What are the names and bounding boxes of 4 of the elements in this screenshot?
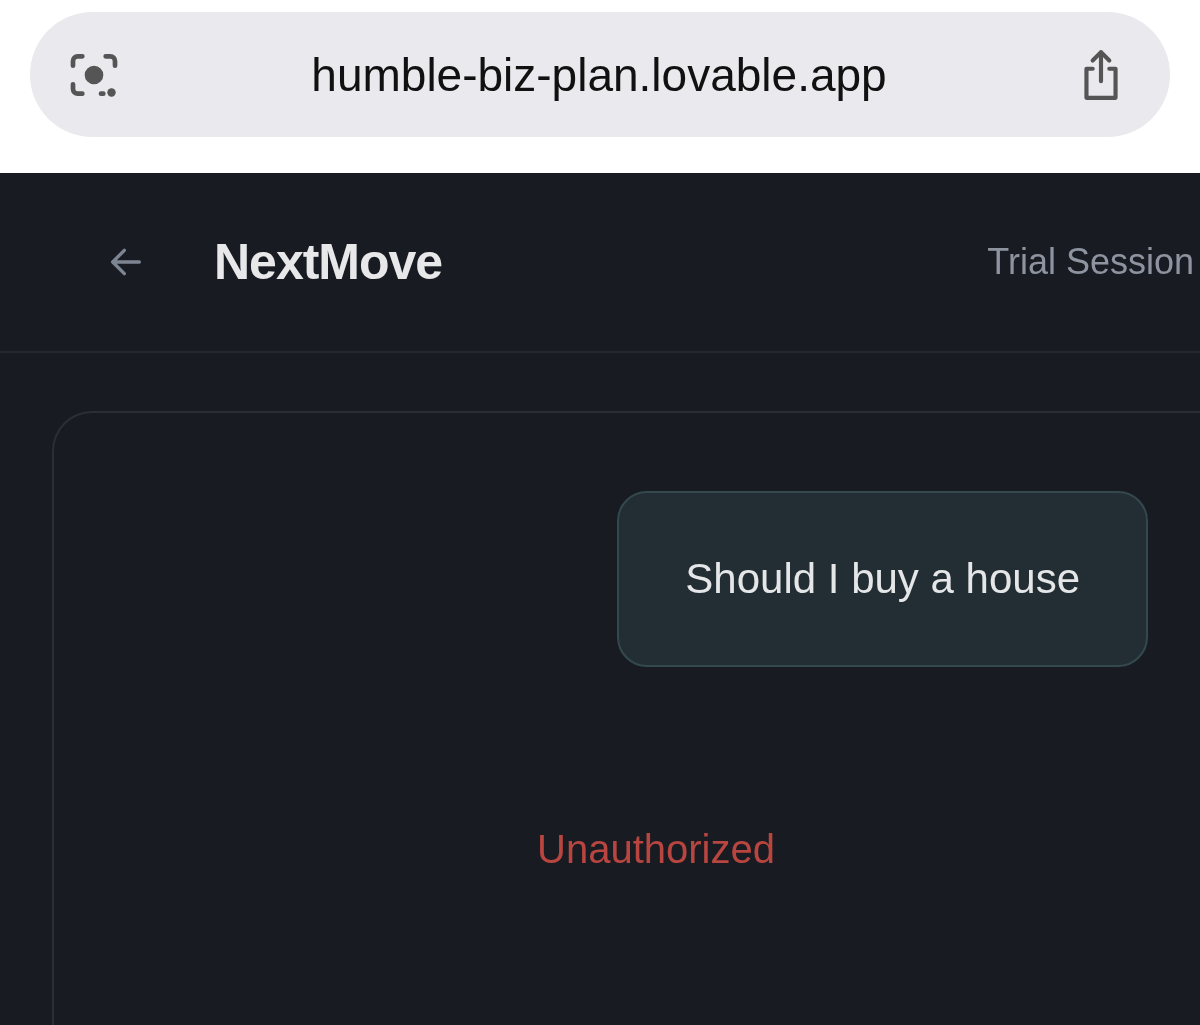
user-message: Should I buy a house — [617, 491, 1148, 667]
error-message: Unauthorized — [537, 827, 775, 872]
app-title: NextMove — [214, 233, 443, 291]
session-label: Trial Session — [987, 241, 1194, 283]
